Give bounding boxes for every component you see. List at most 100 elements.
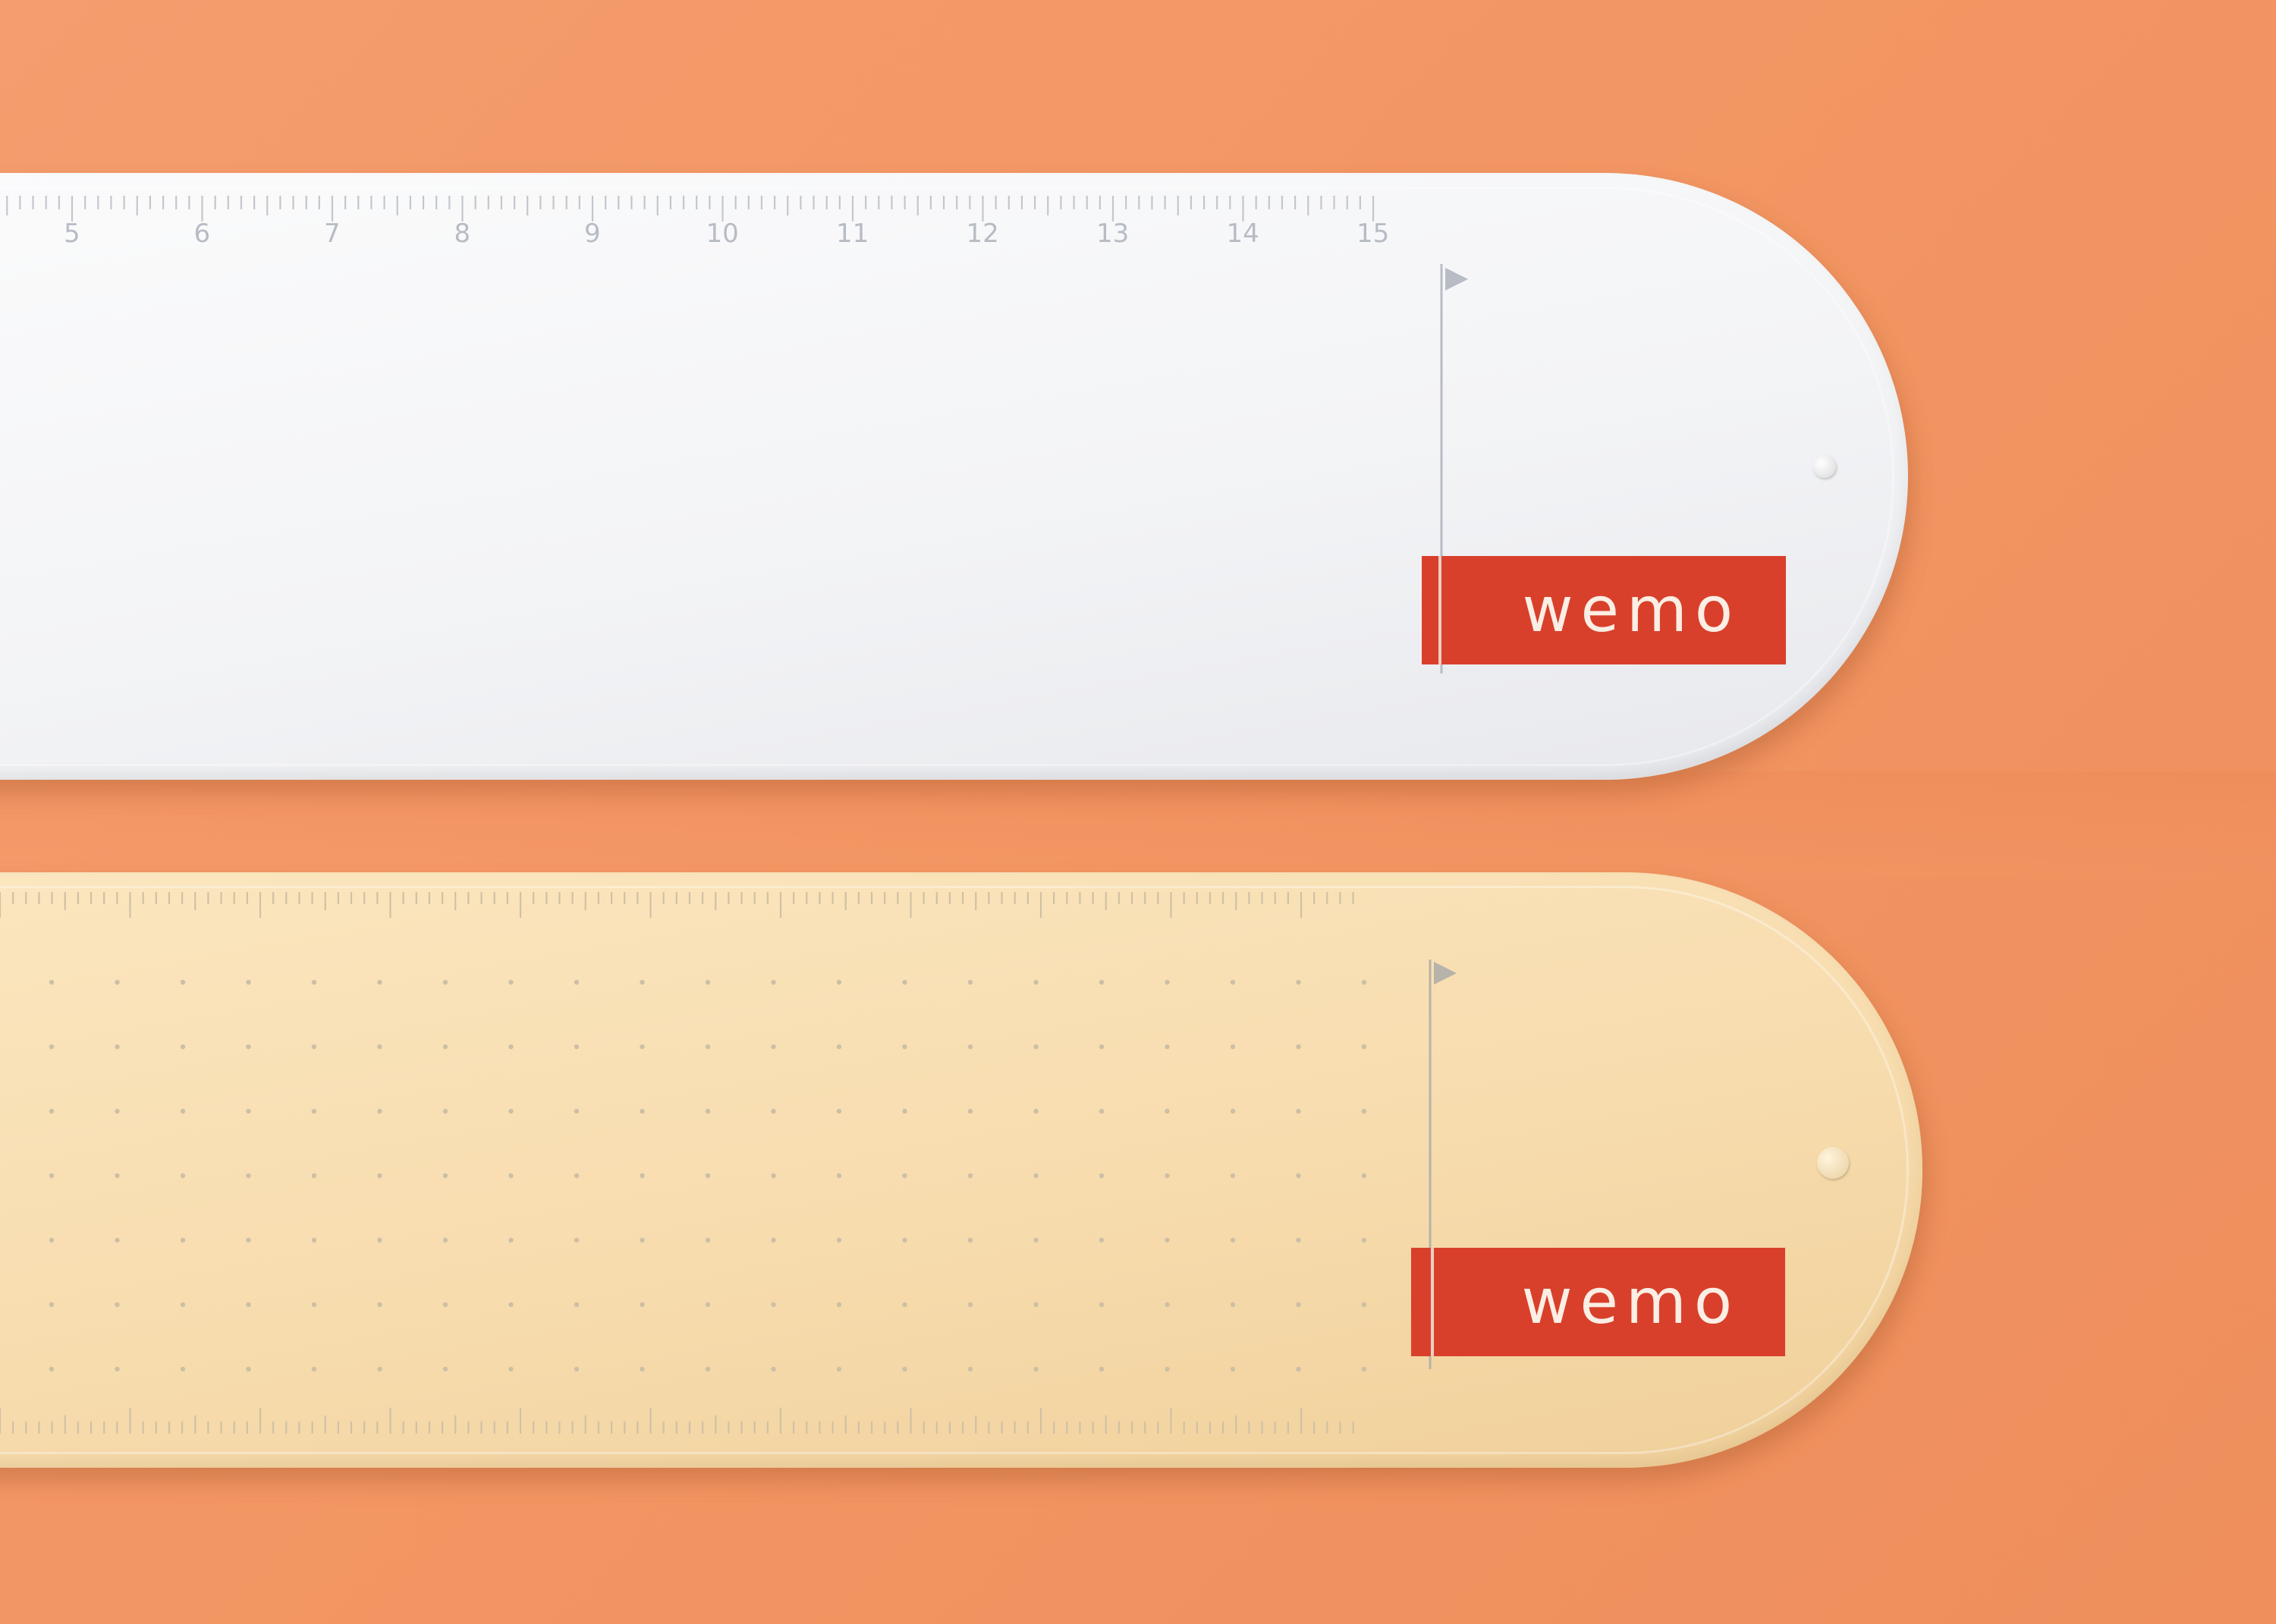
grid-dot [377,1237,382,1243]
photo-scene: 5 6 7 8 9 10 11 12 13 14 15 wemo wemo [0,0,2276,1624]
grid-dot [1361,1302,1367,1308]
grid-dot [640,1108,645,1114]
scale-number: 12 [966,218,999,249]
marker-triangle [1434,962,1457,985]
grid-dot [1230,1366,1236,1372]
grid-dot [1361,1108,1367,1114]
grid-dot [508,1044,514,1050]
grid-dot [1033,1044,1039,1050]
grid-dot [1230,1173,1236,1179]
grid-dot [180,1237,186,1243]
grid-dot [49,1044,55,1050]
grid-dot [246,1366,251,1372]
grid-dot [640,1237,645,1243]
grid-dot [377,1302,382,1308]
scale-number: 8 [454,218,471,249]
brand-text: wemo [1521,1266,1740,1338]
grid-dot [902,1108,907,1114]
grid-dot [377,1044,382,1050]
grid-dot [246,979,251,985]
grid-dot [1099,1366,1105,1372]
cream-ruler-scale [0,892,1457,1434]
grid-dot [640,979,645,985]
grid-dot [771,1173,776,1179]
grid-dot [1230,1108,1236,1114]
grid-dot [311,1366,317,1372]
grid-dot [1230,1237,1236,1243]
grid-dot [902,1302,907,1308]
grid-dot [1361,979,1367,985]
grid-dot [1099,979,1105,985]
grid-dot [246,1108,251,1114]
grid-dot [967,1044,973,1050]
grid-dot [967,1173,973,1179]
grid-dot [1165,1108,1170,1114]
grid-dot [180,1302,186,1308]
scale-number: 9 [584,218,601,249]
grid-dot [1099,1302,1105,1308]
grid-dot [902,1173,907,1179]
grid-dot [115,1366,120,1372]
grid-dot [771,1108,776,1114]
grid-dot [967,1366,973,1372]
grid-dot [508,1108,514,1114]
grid-dot [49,1366,55,1372]
scale-number: 14 [1226,218,1259,249]
grid-dot [246,1173,251,1179]
grid-dot [377,1173,382,1179]
grid-dot [508,1366,514,1372]
grid-dot [508,1237,514,1243]
grid-dot [836,979,842,985]
grid-dot [246,1237,251,1243]
grid-dot [311,1044,317,1050]
cream-ruler: wemo [0,872,1922,1468]
grid-dot [771,1366,776,1372]
grid-dot [442,1108,448,1114]
grid-dot [1165,1173,1170,1179]
grid-dot [967,1302,973,1308]
grid-dot [705,1044,711,1050]
grid-dot [1296,1108,1301,1114]
grid-dot [442,1366,448,1372]
grid-dot [1361,1173,1367,1179]
grid-dot [1099,1044,1105,1050]
grid-dot [1033,1366,1039,1372]
grid-dot [1296,1366,1301,1372]
grid-dot [180,1108,186,1114]
grid-dot [1033,1173,1039,1179]
grid-dot [836,1044,842,1050]
grid-dot [1099,1173,1105,1179]
grid-dot [1296,1302,1301,1308]
grid-dot [967,979,973,985]
grid-dot [377,1366,382,1372]
grid-dot [442,1044,448,1050]
marker-triangle [1445,268,1468,291]
brand-label: wemo [1422,556,1786,664]
grid-dot [49,1108,55,1114]
grid-dot [640,1302,645,1308]
grid-dot [115,1108,120,1114]
grid-dot [771,1302,776,1308]
grid-dot [967,1237,973,1243]
grid-dot [771,1044,776,1050]
grid-dot [902,1044,907,1050]
grid-dot [311,1108,317,1114]
grid-dot [1165,1366,1170,1372]
brand-label: wemo [1411,1248,1785,1356]
grid-dot [49,1302,55,1308]
grid-dot [574,1237,580,1243]
grid-dot [508,1173,514,1179]
grid-dot [574,1108,580,1114]
grid-dot [967,1108,973,1114]
grid-dot [1361,1044,1367,1050]
grid-dot [442,1302,448,1308]
grid-dot [442,1173,448,1179]
white-ruler: 5 6 7 8 9 10 11 12 13 14 15 wemo [0,173,1908,780]
grid-dot [1296,979,1301,985]
grid-dot [246,1302,251,1308]
grid-dot [1165,1237,1170,1243]
grid-dot [836,1108,842,1114]
grid-dot [1033,1108,1039,1114]
grid-dot [902,979,907,985]
grid-dot [311,1302,317,1308]
